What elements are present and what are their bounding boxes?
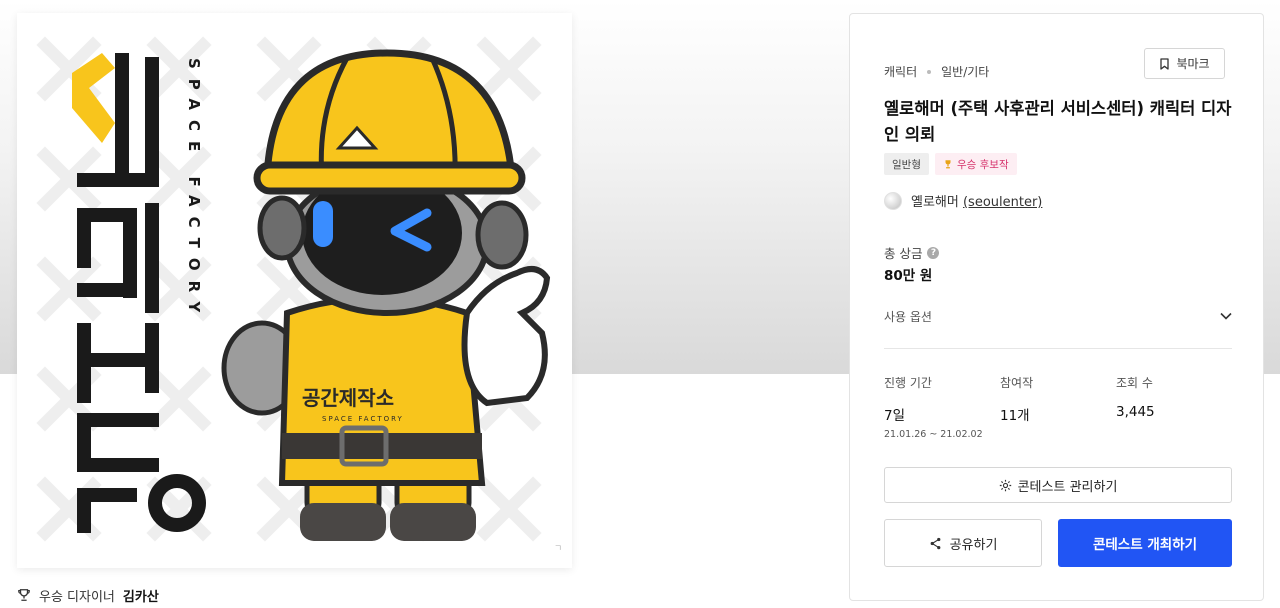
stat-entries-value: 11개 [1000, 408, 1030, 424]
winner-designer-name[interactable]: 김카산 [123, 586, 159, 605]
artwork-corner-mark: ㄱ [554, 544, 562, 554]
usage-options-label: 사용 옵션 [884, 309, 932, 324]
overall-badge-subtext: SPACE FACTORY [322, 415, 404, 423]
chevron-down-icon [1220, 312, 1232, 320]
logo-english-text: SPACE FACTORY [185, 58, 203, 322]
contest-tags: 일반형 우승 후보작 [884, 153, 1017, 175]
bookmark-icon [1160, 57, 1170, 70]
avatar [884, 191, 902, 210]
manage-contest-button[interactable]: 콘테스트 관리하기 [884, 467, 1232, 503]
stat-period-value: 7일 [884, 408, 906, 424]
contest-owner[interactable]: 옐로해머 (seoulenter) [884, 191, 1042, 210]
bookmark-button[interactable]: 북마크 [1144, 48, 1225, 79]
contest-info-panel: 캐릭터 일반/기타 북마크 옐로해머 (주택 사후관리 서비스센터) 캐릭터 디… [849, 13, 1264, 601]
trophy-icon [945, 160, 951, 169]
contest-artwork[interactable]: SPACE FACTORY 공간제작소 SPACE FACTORY ㄱ [17, 13, 572, 568]
help-icon[interactable]: ? [927, 246, 940, 259]
stat-entries: 참여작 11개 [1000, 374, 1033, 424]
stat-period-range: 21.01.26 ~ 21.02.02 [884, 429, 983, 440]
winner-designer: 우승 디자이너 김카산 [17, 585, 159, 605]
owner-name: 옐로해머 [911, 195, 959, 210]
divider [884, 348, 1232, 349]
winner-label: 우승 디자이너 [39, 589, 115, 605]
manage-contest-label: 콘테스트 관리하기 [1017, 479, 1118, 495]
breadcrumb-separator [927, 69, 932, 74]
contest-type-badge: 일반형 [884, 153, 929, 175]
usage-options-dropdown[interactable]: 사용 옵션 [884, 304, 1232, 328]
share-label: 공유하기 [949, 537, 998, 553]
stat-period: 진행 기간 7일 21.01.26 ~ 21.02.02 [884, 374, 983, 440]
total-prize-label-text: 총 상금 [884, 246, 923, 261]
stat-period-label: 진행 기간 [884, 376, 932, 390]
stat-views: 조회 수 3,445 [1116, 374, 1155, 420]
share-icon [930, 537, 940, 549]
award-candidate-badge: 우승 후보작 [934, 153, 1017, 175]
overall-badge-text: 공간제작소 [302, 386, 394, 410]
breadcrumb-category[interactable]: 캐릭터 [884, 63, 917, 80]
bookmark-label: 북마크 [1176, 57, 1210, 71]
breadcrumb: 캐릭터 일반/기타 [884, 63, 989, 80]
stat-views-label: 조회 수 [1116, 376, 1153, 390]
total-prize-value: 80만 원 [884, 268, 933, 284]
owner-handle[interactable]: (seoulenter) [963, 195, 1042, 210]
stat-entries-label: 참여작 [1000, 376, 1034, 390]
award-candidate-label: 우승 후보작 [956, 158, 1009, 171]
share-button[interactable]: 공유하기 [884, 519, 1042, 567]
stat-views-value: 3,445 [1116, 404, 1155, 420]
gear-icon [999, 479, 1011, 491]
breadcrumb-subcategory[interactable]: 일반/기타 [941, 63, 989, 80]
trophy-icon [18, 589, 30, 601]
total-prize-label: 총 상금 ? [884, 243, 940, 262]
contest-title: 옐로해머 (주택 사후관리 서비스센터) 캐릭터 디자인 의뢰 [884, 99, 1232, 144]
host-contest-button[interactable]: 콘테스트 개최하기 [1058, 519, 1232, 567]
